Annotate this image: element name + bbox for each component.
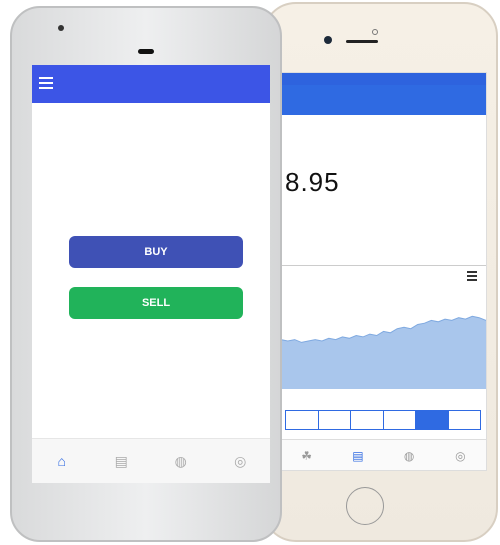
android-device: BUY SELL ⌂ ▤ ◍ ◎ bbox=[10, 6, 282, 542]
chart-menu-icon[interactable] bbox=[467, 271, 477, 283]
chart-area-series bbox=[281, 316, 486, 389]
leaf-icon: ☘ bbox=[301, 448, 312, 463]
iphone-device: 8.95 ☘ ▤ ◍ ◎ bbox=[262, 2, 498, 542]
range-option-active[interactable] bbox=[416, 411, 449, 429]
settings-icon: ◎ bbox=[455, 448, 466, 463]
front-camera-icon bbox=[58, 25, 64, 31]
range-option[interactable] bbox=[351, 411, 384, 429]
tab-portfolio[interactable]: ▤ bbox=[92, 439, 152, 483]
status-bar bbox=[281, 73, 486, 85]
stock-price: 8.95 bbox=[285, 167, 340, 197]
globe-icon: ◍ bbox=[403, 448, 415, 463]
earpiece-speaker bbox=[138, 49, 154, 54]
tab-market[interactable]: ◍ bbox=[151, 439, 211, 483]
proximity-sensor bbox=[372, 29, 378, 35]
app-bar bbox=[32, 65, 270, 103]
buy-button[interactable]: BUY bbox=[69, 236, 243, 268]
iphone-screen: 8.95 ☘ ▤ ◍ ◎ bbox=[280, 72, 487, 471]
divider bbox=[281, 265, 486, 266]
portfolio-icon: ▤ bbox=[114, 453, 128, 469]
portfolio-icon: ▤ bbox=[352, 448, 364, 463]
hamburger-menu-icon[interactable] bbox=[39, 77, 53, 92]
range-option[interactable] bbox=[319, 411, 351, 429]
bottom-tab-bar: ⌂ ▤ ◍ ◎ bbox=[32, 438, 270, 483]
stock-header bbox=[281, 85, 486, 115]
tab-home[interactable]: ⌂ bbox=[32, 439, 92, 483]
settings-icon: ◎ bbox=[234, 453, 247, 469]
home-button[interactable] bbox=[346, 487, 384, 525]
range-selector bbox=[285, 410, 481, 430]
range-option[interactable] bbox=[384, 411, 416, 429]
price-chart bbox=[281, 315, 486, 389]
front-camera-icon bbox=[324, 36, 332, 44]
tab-settings[interactable]: ◎ bbox=[211, 439, 271, 483]
tab-home[interactable]: ☘ bbox=[281, 440, 332, 470]
range-option[interactable] bbox=[449, 411, 481, 429]
globe-icon: ◍ bbox=[174, 453, 187, 469]
range-option[interactable] bbox=[286, 411, 319, 429]
tab-market[interactable]: ◍ bbox=[384, 440, 435, 470]
home-icon: ⌂ bbox=[57, 453, 66, 469]
earpiece-speaker bbox=[346, 40, 378, 43]
tab-portfolio[interactable]: ▤ bbox=[332, 440, 383, 470]
sell-button[interactable]: SELL bbox=[69, 287, 243, 319]
tab-settings[interactable]: ◎ bbox=[435, 440, 486, 470]
bottom-tab-bar: ☘ ▤ ◍ ◎ bbox=[281, 439, 486, 470]
android-screen: BUY SELL ⌂ ▤ ◍ ◎ bbox=[32, 65, 270, 483]
